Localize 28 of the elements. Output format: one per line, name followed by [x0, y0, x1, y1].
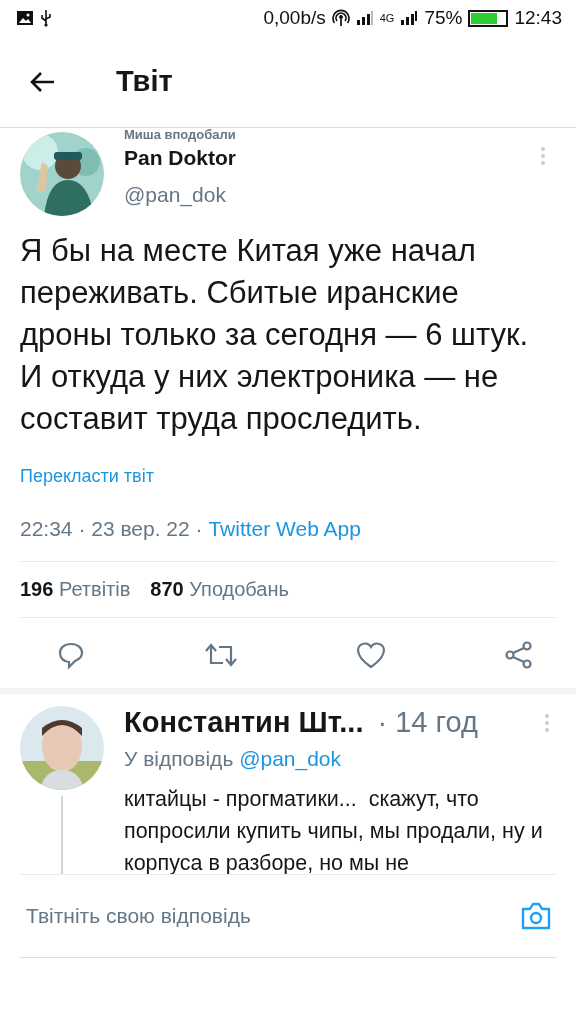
signal-icon	[355, 10, 374, 26]
stat-count[interactable]: 870 Уподобань	[150, 578, 289, 601]
tweet-timestamp: 22:34 · 23 вер. 22 ·	[20, 517, 204, 540]
camera-icon[interactable]	[520, 901, 552, 931]
back-icon[interactable]	[30, 70, 56, 93]
heart-icon[interactable]	[355, 640, 388, 670]
image-icon	[16, 10, 34, 26]
author-handle[interactable]: @pan_dok	[124, 183, 236, 207]
social-context: Миша вподобали	[124, 128, 236, 142]
network-type: 4G	[379, 12, 395, 24]
author-name[interactable]: Pan Doktor	[124, 146, 236, 170]
battery-icon	[468, 9, 509, 27]
signal-icon	[400, 10, 419, 26]
battery-percent: 75%	[424, 7, 463, 29]
reply-author-name[interactable]: Константин Шт...	[124, 706, 364, 739]
reply-icon[interactable]	[56, 640, 86, 670]
stat-count[interactable]: 196 Ретвітів	[20, 578, 131, 601]
network-speed: 0,00b/s	[263, 7, 326, 29]
replying-to-label: У відповідь	[124, 747, 235, 770]
share-icon[interactable]	[503, 640, 534, 670]
tweet-text: Я бы на месте Китая уже начал переживать. Сбитые иранские дроны только за сегодня — 6 штук. И откуда у них электроника — не составит труда проследить.	[20, 232, 530, 438]
hotspot-icon	[331, 9, 350, 27]
page-title: Твіт	[116, 65, 173, 98]
reply-text: китайцы - прогматики... скажут, что попросили купить чипы, мы продали, ну и корпуса в разборе, но мы не	[124, 786, 544, 874]
clock: 12:43	[514, 7, 562, 29]
usb-icon	[40, 9, 52, 27]
reply-input[interactable]: Твітніть свою відповідь	[24, 903, 520, 929]
reply-time: · 14 год	[377, 706, 478, 739]
